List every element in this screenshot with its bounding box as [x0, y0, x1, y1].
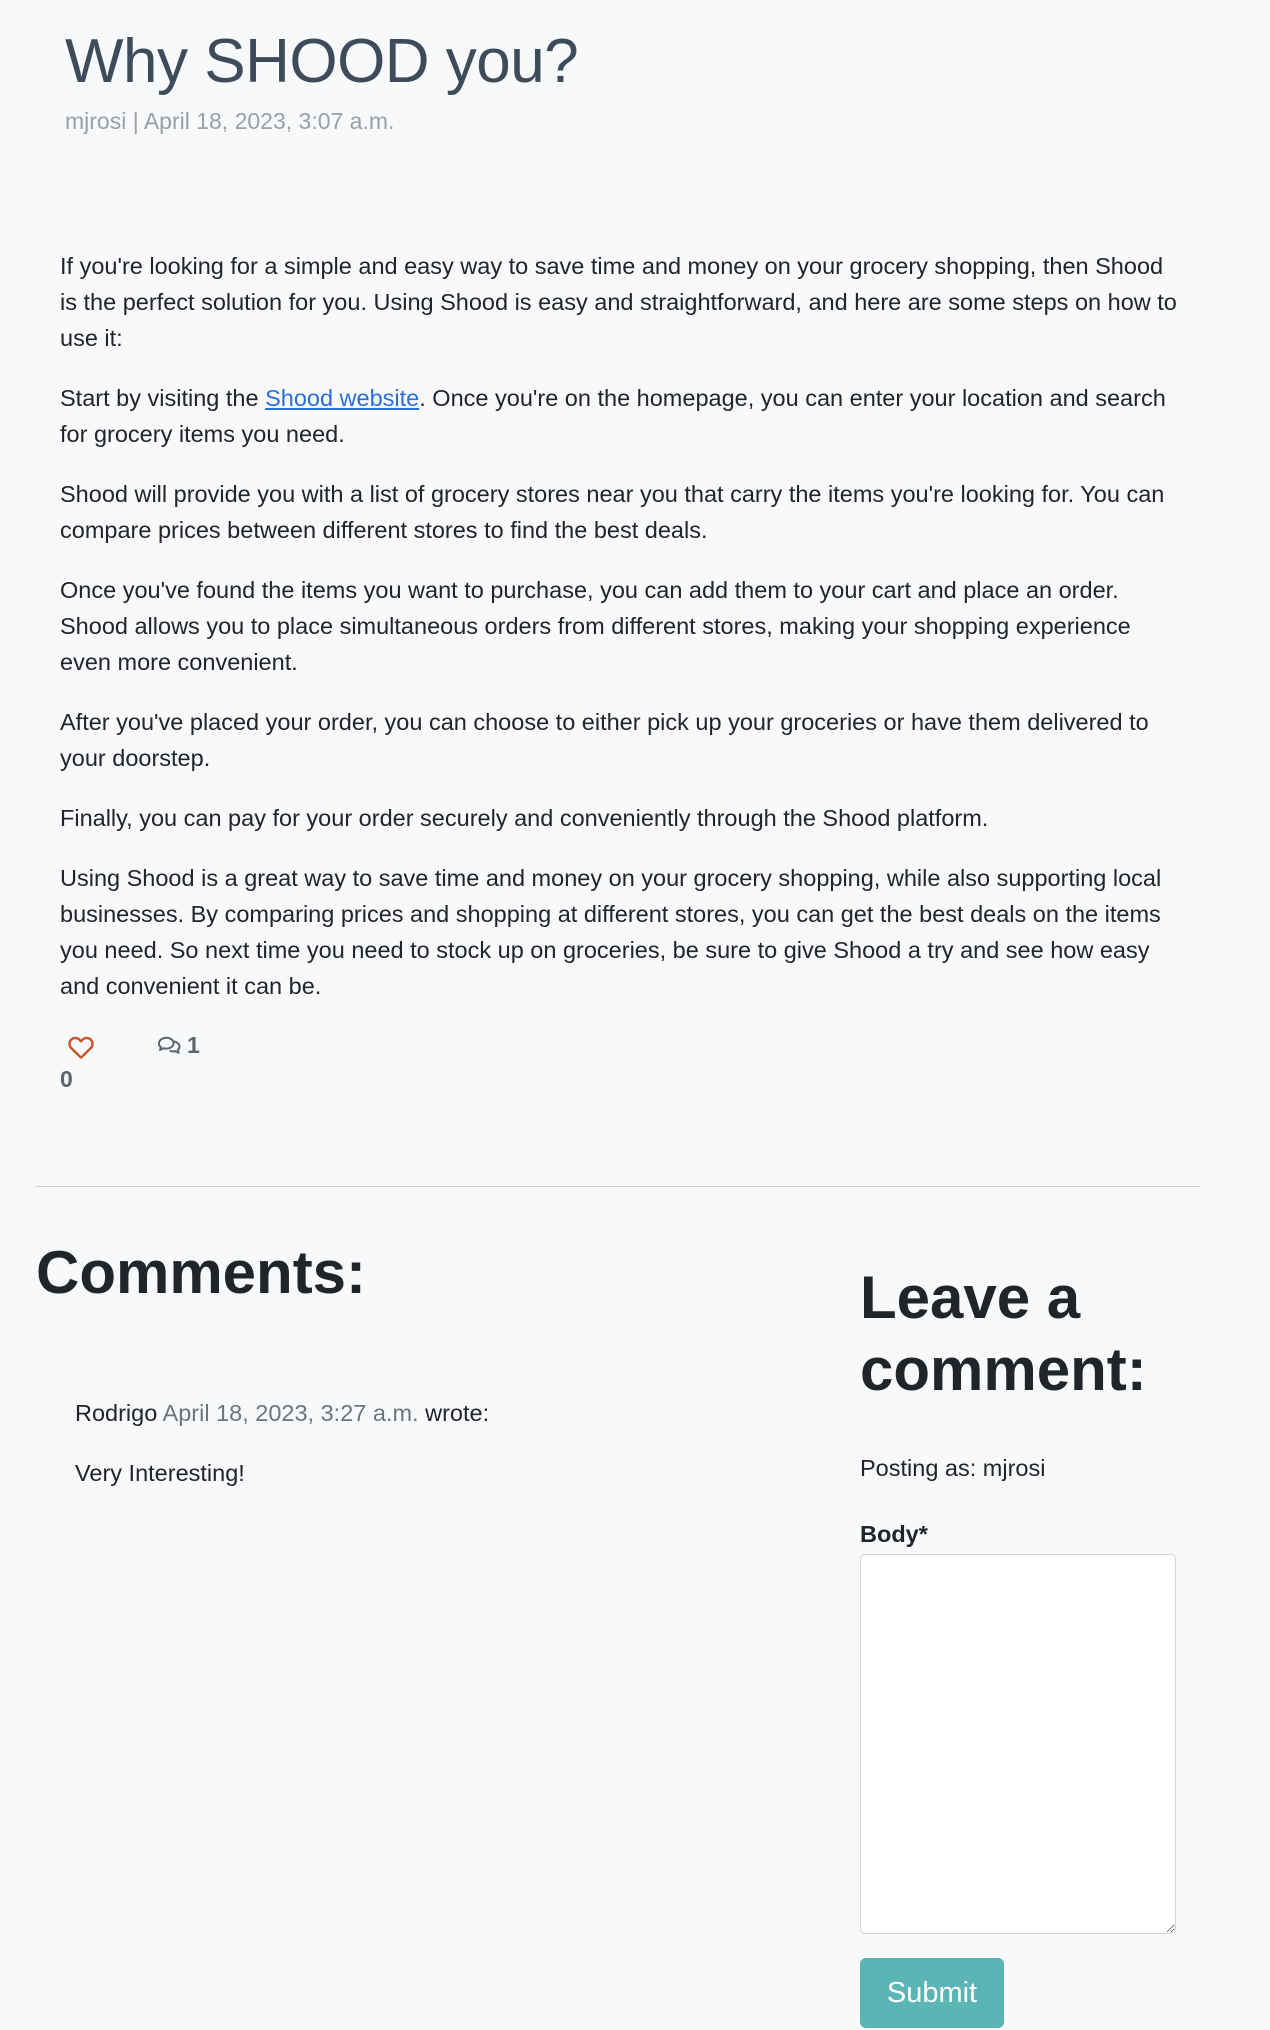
comment-count-indicator: 1 [155, 1030, 200, 1060]
heart-outline-icon[interactable] [66, 1032, 96, 1062]
like-count: 0 [60, 1066, 73, 1092]
comment-date: April 18, 2023, 3:27 a.m. [162, 1400, 419, 1426]
post-paragraph: If you're looking for a simple and easy … [60, 253, 1177, 351]
comment-body-textarea[interactable] [860, 1554, 1176, 1934]
submit-button[interactable]: Submit [860, 1958, 1004, 2028]
speech-bubbles-icon [157, 1036, 181, 1054]
comment-item: Rodrigo April 18, 2023, 3:27 a.m. wrote:… [75, 1395, 775, 1491]
posting-as-label: Posting as: mjrosi [860, 1455, 1046, 1481]
shood-website-link[interactable]: Shood website [265, 385, 419, 411]
post-meta: mjrosi | April 18, 2023, 3:07 a.m. [65, 108, 395, 134]
paragraph-text: Start by visiting the [60, 385, 266, 411]
comment-author: Rodrigo [75, 1400, 158, 1426]
page: Why SHOOD you? mjrosi | April 18, 2023, … [0, 0, 1270, 2030]
comment-wrote-label: wrote: [425, 1400, 490, 1426]
post-paragraph: Start by visiting the Shood website. Onc… [60, 380, 1182, 452]
comment-form-heading: Leave a comment: [860, 1264, 1147, 1403]
post-actions: 0 1 [60, 1030, 260, 1100]
post-title: Why SHOOD you? [65, 27, 579, 96]
post-paragraph: Once you've found the items you want to … [60, 577, 1131, 675]
post-paragraph: Shood will provide you with a list of gr… [60, 481, 1165, 543]
post-paragraph: After you've placed your order, you can … [60, 709, 1149, 771]
section-divider [36, 1186, 1200, 1187]
comment-form: Leave a comment: Posting as: mjrosi Body… [860, 1262, 1180, 2028]
comment-count: 1 [187, 1031, 200, 1058]
post-header: Why SHOOD you? mjrosi | April 18, 2023, … [65, 22, 579, 135]
like-button[interactable] [66, 1032, 96, 1062]
post-body: If you're looking for a simple and easy … [60, 248, 1182, 1028]
comments-heading: Comments: [36, 1239, 367, 1306]
post-paragraph: Using Shood is a great way to save time … [60, 865, 1162, 999]
post-paragraph: Finally, you can pay for your order secu… [60, 805, 989, 831]
comment-body: Very Interesting! [75, 1460, 245, 1486]
body-field-label: Body* [860, 1521, 928, 1547]
comment-header: Rodrigo April 18, 2023, 3:27 a.m. wrote: [75, 1395, 775, 1431]
